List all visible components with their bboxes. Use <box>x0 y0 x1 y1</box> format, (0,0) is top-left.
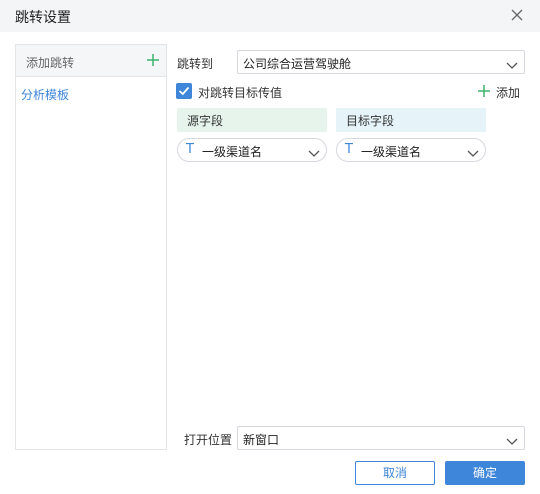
add-jump-label: 添加跳转 <box>26 56 75 70</box>
add-jump-plus-icon[interactable] <box>147 54 159 66</box>
pass-value-label: 对跳转目标传值 <box>198 86 283 100</box>
target-field-header: 目标字段 <box>336 108 486 132</box>
source-field-header: 源字段 <box>177 108 327 132</box>
chevron-down-icon <box>308 147 320 157</box>
target-field-header-label: 目标字段 <box>346 114 395 128</box>
close-icon[interactable] <box>510 8 524 22</box>
jump-target-value: 公司综合运营驾驶舱 <box>243 57 352 71</box>
open-position-select[interactable]: 新窗口 <box>237 426 525 450</box>
jump-list-header: 添加跳转 <box>16 45 166 77</box>
add-field-label: 添加 <box>496 86 521 100</box>
open-position-label: 打开位置 <box>184 433 233 447</box>
text-type-icon: T <box>186 142 194 157</box>
cancel-button[interactable]: 取消 <box>355 461 435 485</box>
target-field-select[interactable]: T 一级渠道名 <box>336 138 486 162</box>
dialog-titlebar: 跳转设置 <box>0 0 540 32</box>
jump-target-select[interactable]: 公司综合运营驾驶舱 <box>237 50 525 74</box>
jump-to-label: 跳转到 <box>177 57 214 71</box>
chevron-down-icon <box>467 147 479 157</box>
source-field-header-label: 源字段 <box>187 114 224 128</box>
open-position-value: 新窗口 <box>243 433 280 447</box>
jump-list-panel: 添加跳转 分析模板 <box>15 44 167 450</box>
chevron-down-icon <box>506 59 518 69</box>
plus-icon <box>478 85 490 97</box>
text-type-icon: T <box>345 142 353 157</box>
source-field-select[interactable]: T 一级渠道名 <box>177 138 327 162</box>
pass-value-checkbox[interactable] <box>176 83 192 99</box>
confirm-button[interactable]: 确定 <box>445 461 525 485</box>
jump-list-item[interactable]: 分析模板 <box>21 86 69 103</box>
chevron-down-icon <box>506 435 518 445</box>
dialog-title: 跳转设置 <box>15 10 71 26</box>
source-field-value: 一级渠道名 <box>202 145 263 159</box>
target-field-value: 一级渠道名 <box>361 145 422 159</box>
